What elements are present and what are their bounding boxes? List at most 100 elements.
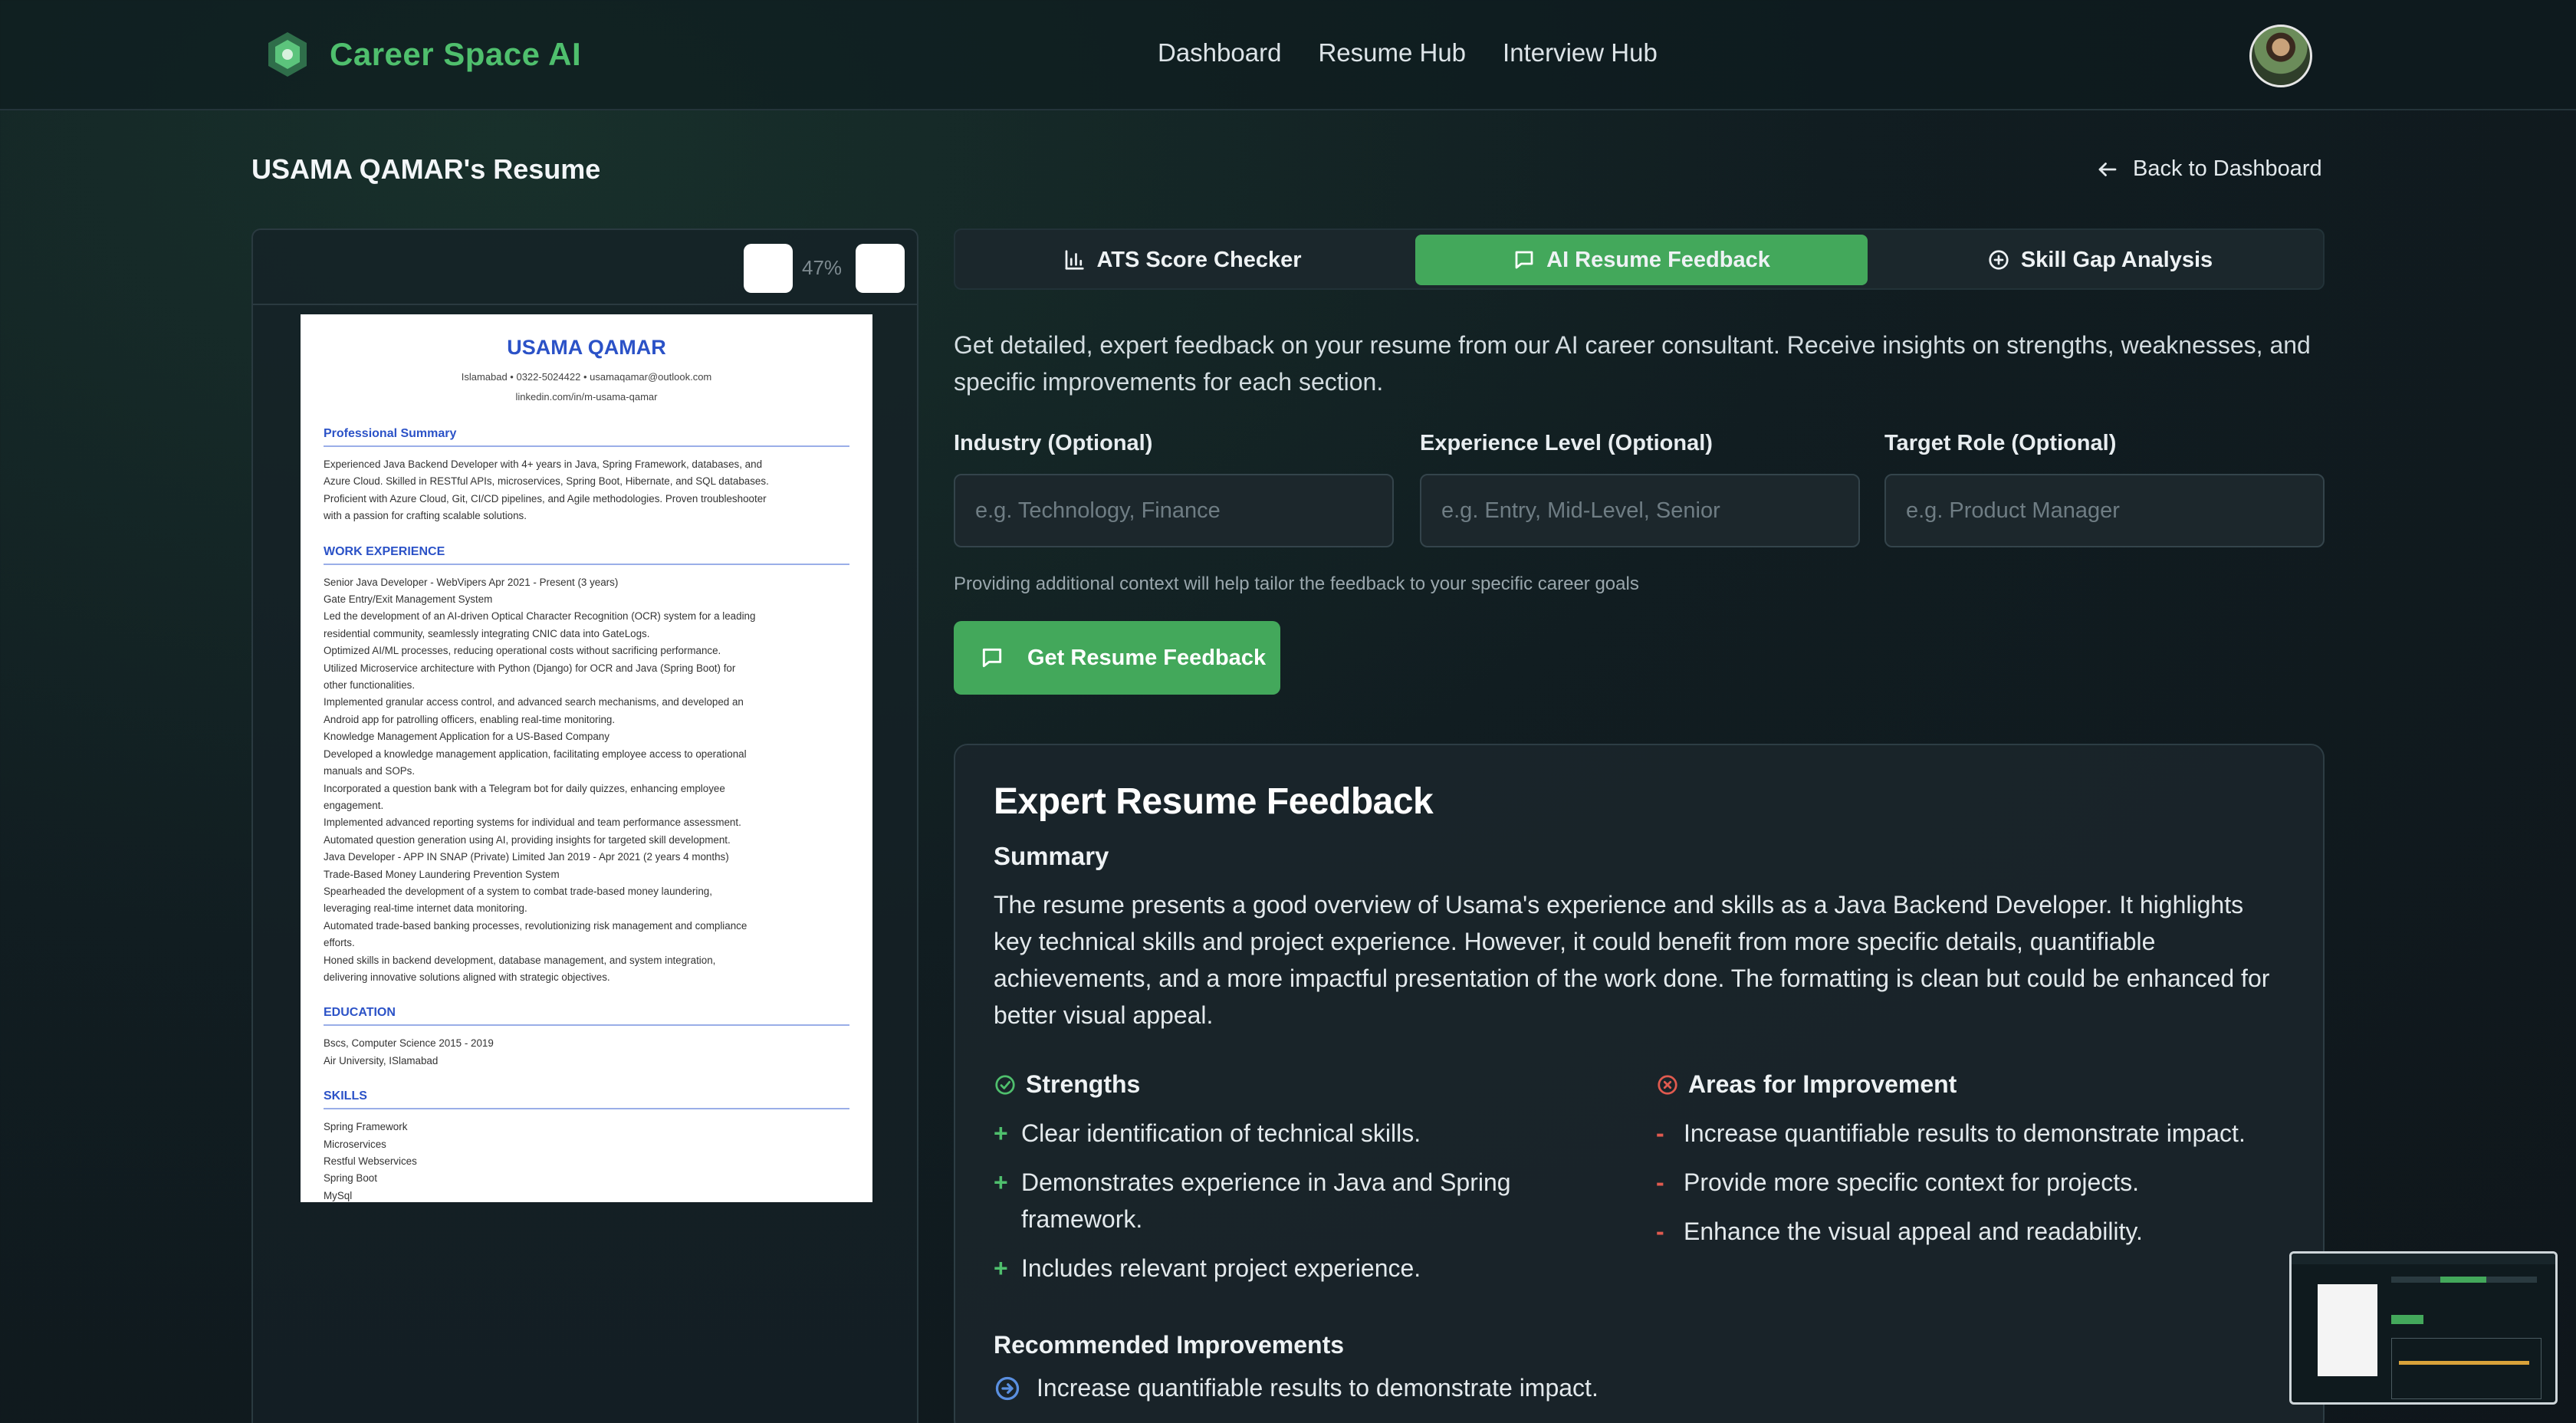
experience-level-label: Experience Level (Optional)	[1420, 431, 1713, 455]
main-nav: Dashboard Resume Hub Interview Hub	[1158, 38, 1658, 67]
improvements-heading-label: Areas for Improvement	[1688, 1070, 1957, 1098]
resume-section-heading: Professional Summary	[324, 427, 849, 447]
arrow-left-icon	[2098, 162, 2117, 176]
resume-document: USAMA QAMAR Islamabad • 0322-5024422 • u…	[301, 314, 872, 1202]
industry-input[interactable]	[954, 474, 1394, 547]
resume-line: other functionalities.	[324, 679, 416, 692]
resume-line: Automated trade-based banking processes,…	[324, 919, 748, 932]
list-item: + Clear identification of technical skill…	[994, 1115, 1576, 1152]
plus-icon: +	[994, 1119, 1008, 1147]
resume-line: Gate Entry/Exit Management System	[324, 593, 493, 606]
feedback-title: Expert Resume Feedback	[994, 781, 1434, 822]
tab-ai-resume-feedback[interactable]: AI Resume Feedback	[1415, 235, 1868, 285]
list-item: - Enhance the visual appeal and readabili…	[1656, 1213, 2315, 1250]
tab-label: Skill Gap Analysis	[2020, 247, 2213, 272]
resume-line: residential community, seamlessly integr…	[324, 627, 650, 639]
recommended-item: Increase quantifiable results to demonst…	[994, 1374, 1598, 1402]
list-item: + Includes relevant project experience.	[994, 1250, 1576, 1287]
list-item: + Demonstrates experience in Java and Spr…	[994, 1164, 1576, 1237]
resume-line: Spring Boot	[324, 1172, 377, 1185]
brand-name: Career Space AI	[330, 36, 582, 72]
feedback-intro-text: Get detailed, expert feedback on your re…	[954, 331, 2311, 396]
user-avatar[interactable]	[2249, 25, 2312, 87]
resume-line: Led the development of an AI-driven Opti…	[324, 610, 756, 623]
resume-line: Restful Webservices	[324, 1155, 417, 1167]
message-square-icon	[1515, 251, 1533, 269]
resume-education: Bscs, Computer Science 2015 - 2019 Air Un…	[324, 1035, 849, 1070]
brand-logo-link[interactable]: Career Space AI	[265, 31, 581, 78]
target-role-label: Target Role (Optional)	[1884, 431, 2117, 455]
minus-icon: -	[1656, 1218, 1664, 1245]
resume-line: manuals and SOPs.	[324, 765, 416, 777]
resume-line: delivering innovative solutions aligned …	[324, 971, 610, 983]
strengths-heading-label: Strengths	[1026, 1070, 1141, 1098]
back-to-dashboard-link[interactable]: Back to Dashboard	[2096, 156, 2322, 182]
resume-line: Air University, ISlamabad	[324, 1054, 439, 1066]
resume-section-heading: SKILLS	[324, 1089, 849, 1110]
strengths-heading: Strengths	[994, 1070, 1140, 1099]
resume-line: Incorporated a question bank with a Tele…	[324, 782, 725, 794]
back-link-label: Back to Dashboard	[2133, 156, 2322, 181]
resume-line: Automated question generation using AI, …	[324, 833, 731, 846]
nav-resume-hub[interactable]: Resume Hub	[1318, 38, 1466, 67]
plus-icon: +	[994, 1168, 1008, 1196]
page-title: USAMA QAMAR's Resume	[251, 153, 601, 185]
bar-chart-icon	[1066, 250, 1085, 270]
resume-preview-panel[interactable]: 47% USAMA QAMAR Islamabad • 0322-5024422…	[251, 228, 918, 1423]
resume-section-heading: WORK EXPERIENCE	[324, 545, 849, 565]
resume-line: Trade-Based Money Laundering Prevention …	[324, 868, 560, 880]
resume-line: efforts.	[324, 937, 355, 949]
resume-line: Java Developer - APP IN SNAP (Private) L…	[324, 851, 729, 863]
top-navbar: Career Space AI Dashboard Resume Hub Int…	[0, 0, 2576, 110]
list-item: - Provide more specific context for proje…	[1656, 1164, 2315, 1201]
feedback-results-card: Expert Resume Feedback Summary The resum…	[954, 744, 2325, 1423]
resume-line: Microservices	[324, 1138, 386, 1150]
preview-toolbar: 47%	[253, 230, 917, 305]
resume-skills: Spring Framework Microservices Restful Web…	[324, 1119, 849, 1204]
thumbnail-card	[2391, 1338, 2542, 1399]
resume-summary: Experienced Java Backend Developer with …	[324, 456, 849, 525]
tab-label: AI Resume Feedback	[1546, 247, 1770, 272]
list-item: - Increase quantifiable results to demons…	[1656, 1115, 2315, 1152]
resume-line: Experienced Java Backend Developer with …	[324, 458, 763, 470]
thumbnail-button	[2391, 1315, 2423, 1324]
zoom-out-button[interactable]	[744, 244, 793, 293]
resume-line: with a passion for crafting scalable sol…	[324, 510, 527, 522]
resume-contact: Islamabad • 0322-5024422 • usamaqamar@ou…	[461, 371, 712, 383]
tab-skill-gap-analysis[interactable]: Skill Gap Analysis	[1878, 235, 2321, 285]
improvements-heading: Areas for Improvement	[1656, 1070, 1957, 1099]
resume-line: Spring Framework	[324, 1121, 408, 1133]
tool-tabs: ATS Score Checker AI Resume Feedback Ski…	[954, 228, 2325, 290]
strengths-list: + Clear identification of technical skill…	[994, 1115, 1576, 1299]
thumbnail-resume	[2318, 1284, 2377, 1376]
arrow-right-circle-icon	[995, 1376, 1020, 1400]
resume-line: Developed a knowledge management applica…	[324, 748, 747, 760]
message-square-icon	[982, 648, 1002, 668]
experience-level-input[interactable]	[1420, 474, 1860, 547]
resume-line: Android app for patrolling officers, ena…	[324, 713, 616, 725]
nav-interview-hub[interactable]: Interview Hub	[1503, 38, 1658, 67]
nav-dashboard[interactable]: Dashboard	[1158, 38, 1281, 67]
tab-ats-score-checker[interactable]: ATS Score Checker	[960, 235, 1405, 285]
zoom-in-button[interactable]	[856, 244, 905, 293]
resume-name: USAMA QAMAR	[507, 336, 666, 359]
resume-line: Bscs, Computer Science 2015 - 2019	[324, 1037, 494, 1050]
industry-label: Industry (Optional)	[954, 431, 1153, 455]
x-circle-icon	[1658, 1074, 1677, 1095]
get-resume-feedback-button[interactable]: Get Resume Feedback	[954, 621, 1280, 695]
helper-text: Providing additional context will help t…	[954, 573, 1639, 594]
button-label: Get Resume Feedback	[1027, 645, 1267, 670]
target-role-input[interactable]	[1884, 474, 2325, 547]
resume-line: leveraging real-time internet data monit…	[324, 902, 527, 915]
window-thumbnail-preview[interactable]	[2289, 1251, 2558, 1405]
resume-linkedin: linkedin.com/in/m-usama-qamar	[515, 391, 658, 403]
summary-heading: Summary	[994, 842, 1109, 870]
check-circle-icon	[995, 1074, 1015, 1095]
resume-line: Knowledge Management Application for a U…	[324, 731, 610, 743]
thumbnail-bar	[2292, 1254, 2555, 1264]
recommended-heading: Recommended Improvements	[994, 1331, 1345, 1359]
resume-line: Senior Java Developer - WebVipers Apr 20…	[324, 576, 619, 588]
thumbnail-accent	[2399, 1361, 2529, 1365]
resume-line: Optimized AI/ML processes, reducing oper…	[324, 645, 721, 657]
resume-line: Spearheaded the development of a system …	[324, 885, 712, 897]
